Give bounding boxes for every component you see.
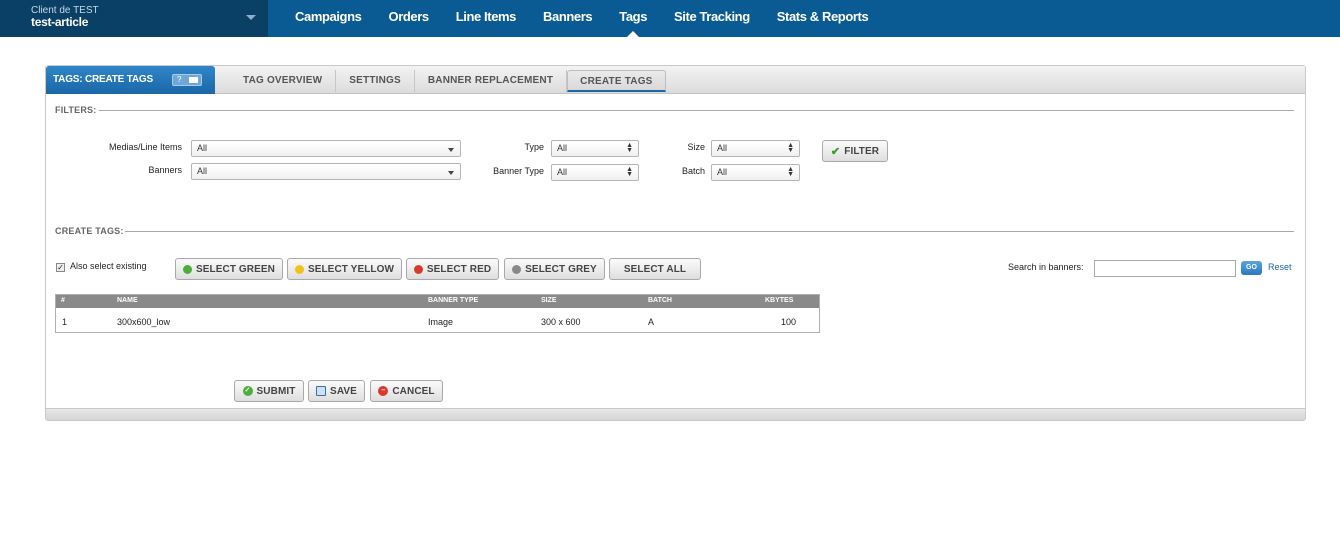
- banner-type-select-value: All: [557, 167, 568, 177]
- cancel-label: CANCEL: [392, 385, 435, 397]
- panel-footer-bar: [46, 408, 1305, 420]
- cancel-button[interactable]: – CANCEL: [370, 380, 443, 402]
- header-banner-type: BANNER TYPE: [428, 297, 479, 304]
- select-grey-label: SELECT GREY: [525, 263, 597, 275]
- size-select[interactable]: All ▲ ▼: [711, 140, 800, 157]
- reset-link[interactable]: Reset: [1268, 262, 1292, 272]
- panel-tab-bar: TAGS: CREATE TAGS ? TAG OVERVIEW SETTING…: [46, 66, 1305, 94]
- header-num: #: [61, 297, 65, 304]
- banners-table: # NAME BANNER TYPE SIZE BATCH KBYTES 1 3…: [55, 294, 820, 333]
- tab-settings[interactable]: SETTINGS: [336, 70, 415, 92]
- nav-line-items[interactable]: Line Items: [456, 0, 517, 37]
- filter-button-label: FILTER: [844, 145, 880, 157]
- select-yellow-button[interactable]: SELECT YELLOW: [287, 258, 402, 280]
- tab-tag-overview[interactable]: TAG OVERVIEW: [230, 70, 337, 92]
- type-label: Type: [524, 142, 544, 152]
- updown-arrows-icon: ▲ ▼: [626, 142, 633, 154]
- banners-label: Banners: [148, 165, 182, 175]
- nav-campaigns[interactable]: Campaigns: [295, 0, 362, 37]
- panel-title-tab: TAGS: CREATE TAGS ?: [46, 66, 215, 94]
- nav-orders[interactable]: Orders: [388, 0, 429, 37]
- red-dot-icon: [413, 264, 423, 274]
- banner-type-label: Banner Type: [493, 166, 544, 176]
- updown-arrows-icon: ▲ ▼: [787, 142, 794, 154]
- check-icon: ✓: [242, 386, 253, 396]
- grey-dot-icon: [512, 264, 522, 274]
- search-input[interactable]: [1094, 260, 1236, 277]
- go-button[interactable]: GO: [1241, 261, 1262, 275]
- medias-label: Medias/Line Items: [108, 142, 182, 152]
- main-nav: Campaigns Orders Line Items Banners Tags…: [295, 0, 895, 37]
- tab-banner-replacement[interactable]: BANNER REPLACEMENT: [415, 70, 568, 92]
- cancel-icon: –: [378, 386, 389, 396]
- table-header: # NAME BANNER TYPE SIZE BATCH KBYTES: [56, 295, 819, 308]
- save-disk-icon: [316, 386, 327, 396]
- create-tags-divider: [125, 231, 1294, 232]
- batch-select[interactable]: All ▲ ▼: [711, 164, 800, 181]
- help-icon: ?: [177, 75, 182, 84]
- filters-divider: [99, 110, 1294, 111]
- banners-select-value: All: [197, 166, 208, 176]
- panel-title: TAGS: CREATE TAGS: [53, 74, 153, 85]
- chevron-down-icon: [448, 171, 454, 175]
- medias-select[interactable]: All: [191, 140, 461, 157]
- nav-tags[interactable]: Tags: [619, 0, 647, 37]
- nav-stats-reports[interactable]: Stats & Reports: [777, 0, 869, 37]
- select-grey-button[interactable]: SELECT GREY: [504, 258, 605, 280]
- submit-label: SUBMIT: [256, 385, 296, 397]
- chevron-down-icon[interactable]: [246, 15, 256, 20]
- green-dot-icon: [183, 264, 192, 274]
- select-yellow-label: SELECT YELLOW: [307, 263, 395, 275]
- row-num: 1: [62, 317, 68, 327]
- banner-type-select[interactable]: All ▲ ▼: [551, 164, 639, 181]
- filters-label: FILTERS:: [55, 105, 97, 115]
- row-kbytes: 100: [781, 317, 797, 327]
- header-name: NAME: [117, 297, 138, 304]
- chevron-down-icon: [448, 148, 454, 152]
- filter-button[interactable]: ✔ FILTER: [822, 140, 888, 162]
- client-selector[interactable]: Client de TEST test-article: [0, 0, 268, 37]
- create-tags-label: CREATE TAGS:: [55, 226, 124, 236]
- row-size: 300 x 600: [541, 317, 581, 327]
- updown-arrows-icon: ▲ ▼: [787, 166, 794, 178]
- top-bar: Client de TEST test-article Campaigns Or…: [0, 0, 1340, 37]
- header-size: SIZE: [541, 297, 557, 304]
- select-green-button[interactable]: SELECT GREEN: [175, 258, 283, 280]
- save-label: SAVE: [330, 385, 357, 397]
- size-label: Size: [687, 142, 705, 152]
- checkmark-icon: ✔: [830, 145, 841, 158]
- nav-site-tracking[interactable]: Site Tracking: [674, 0, 750, 37]
- type-select[interactable]: All ▲ ▼: [551, 140, 639, 157]
- create-tags-panel: TAGS: CREATE TAGS ? TAG OVERVIEW SETTING…: [45, 65, 1306, 421]
- batch-label: Batch: [681, 166, 705, 176]
- select-all-label: SELECT ALL: [623, 263, 687, 275]
- yellow-dot-icon: [294, 264, 304, 274]
- batch-select-value: All: [717, 167, 728, 177]
- select-red-label: SELECT RED: [426, 263, 492, 275]
- also-select-checkbox[interactable]: ✓: [56, 263, 65, 272]
- panel-subtabs: TAG OVERVIEW SETTINGS BANNER REPLACEMENT…: [230, 70, 666, 92]
- size-select-value: All: [717, 143, 728, 153]
- type-select-value: All: [557, 143, 568, 153]
- submit-button[interactable]: ✓ SUBMIT: [234, 380, 304, 402]
- search-label: Search in banners:: [1008, 262, 1084, 272]
- also-select-label: Also select existing: [70, 261, 147, 271]
- nav-banners[interactable]: Banners: [543, 0, 593, 37]
- row-batch: A: [648, 317, 655, 327]
- mail-icon[interactable]: [189, 77, 198, 83]
- select-red-button[interactable]: SELECT RED: [406, 258, 499, 280]
- save-button[interactable]: SAVE: [308, 380, 365, 402]
- header-kbytes: KBYTES: [765, 297, 794, 304]
- select-green-label: SELECT GREEN: [196, 263, 275, 275]
- tab-create-tags[interactable]: CREATE TAGS: [567, 70, 666, 92]
- help-button[interactable]: ?: [172, 74, 202, 86]
- client-name: test-article: [31, 15, 89, 29]
- updown-arrows-icon: ▲ ▼: [626, 166, 633, 178]
- select-all-button[interactable]: SELECT ALL: [609, 258, 701, 280]
- header-batch: BATCH: [648, 297, 672, 304]
- row-banner-type: Image: [428, 317, 454, 327]
- medias-select-value: All: [197, 143, 208, 153]
- row-name: 300x600_low: [117, 317, 171, 327]
- banners-select[interactable]: All: [191, 163, 461, 180]
